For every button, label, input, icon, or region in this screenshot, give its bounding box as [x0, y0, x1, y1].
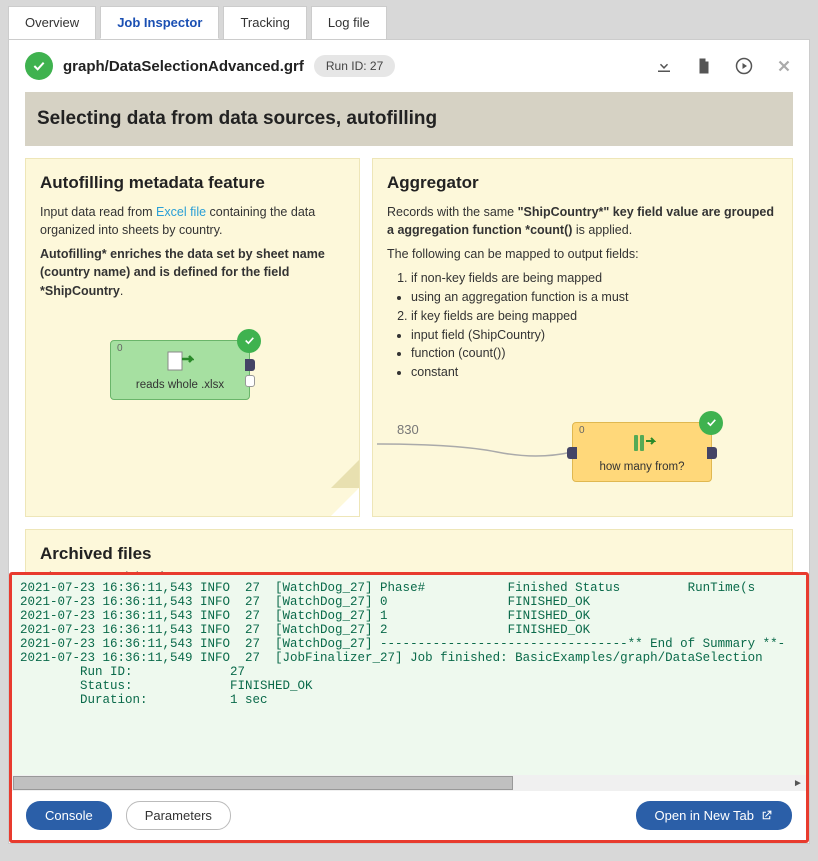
node-success-icon [699, 411, 723, 435]
list-item: input field (ShipCountry) [411, 326, 778, 345]
card-text: Records with the same "ShipCountry*" key… [387, 203, 778, 239]
job-inspector-panel: graph/DataSelectionAdvanced.grf Run ID: … [8, 39, 810, 844]
external-link-icon [760, 809, 773, 822]
node-label: how many from? [599, 461, 684, 473]
card-heading: Aggregator [387, 173, 778, 193]
canvas-title-bar: Selecting data from data sources, autofi… [25, 92, 793, 146]
card-text: Input data read from Excel file containi… [40, 203, 345, 239]
node-port-in [567, 447, 577, 459]
fold-corner [331, 488, 359, 516]
node-area: 0 reads whole .xlsx [40, 322, 345, 442]
job-header: graph/DataSelectionAdvanced.grf Run ID: … [9, 40, 809, 92]
xlsx-reader-icon [166, 349, 194, 373]
edge-line [377, 434, 577, 464]
node-index: 0 [579, 425, 585, 436]
play-icon[interactable] [735, 57, 753, 75]
list-item: if non-key fields are being mapped [411, 269, 778, 288]
tab-overview[interactable]: Overview [8, 6, 96, 39]
mapping-sublist: input field (ShipCountry) function (coun… [411, 326, 778, 382]
cards-row: Autofilling metadata feature Input data … [25, 158, 793, 517]
card-text: The following can be mapped to output fi… [387, 245, 778, 263]
aggregator-icon [628, 431, 656, 455]
document-icon[interactable] [695, 57, 713, 75]
run-id-badge: Run ID: 27 [314, 55, 395, 77]
card-heading: Archived files [40, 544, 778, 564]
console-output[interactable]: 2021-07-23 16:36:11,543 INFO 27 [WatchDo… [12, 575, 806, 775]
list-item: constant [411, 363, 778, 382]
mapping-list: if key fields are being mapped [411, 307, 778, 326]
node-port-out [245, 375, 255, 387]
mapping-sublist: using an aggregation function is a must [411, 288, 778, 307]
canvas-title: Selecting data from data sources, autofi… [37, 108, 781, 130]
list-item: function (count()) [411, 344, 778, 363]
main-tabs: Overview Job Inspector Tracking Log file [0, 0, 818, 39]
download-icon[interactable] [655, 57, 673, 75]
card-autofilling: Autofilling metadata feature Input data … [25, 158, 360, 517]
node-area: 830 0 how many from? [387, 392, 778, 502]
status-success-icon [25, 52, 53, 80]
node-port-out [245, 359, 255, 371]
open-new-tab-button[interactable]: Open in New Tab [636, 801, 793, 830]
excel-file-link[interactable]: Excel file [156, 205, 206, 219]
tab-tracking[interactable]: Tracking [223, 6, 306, 39]
mapping-list: if non-key fields are being mapped [411, 269, 778, 288]
job-title: graph/DataSelectionAdvanced.grf [63, 58, 304, 75]
node-label: reads whole .xlsx [136, 379, 224, 391]
console-button[interactable]: Console [26, 801, 112, 830]
node-how-many-from[interactable]: 0 how many from? [572, 422, 712, 482]
parameters-button[interactable]: Parameters [126, 801, 231, 830]
card-aggregator: Aggregator Records with the same "ShipCo… [372, 158, 793, 517]
tab-log-file[interactable]: Log file [311, 6, 387, 39]
console-footer: Console Parameters Open in New Tab [12, 791, 806, 840]
tab-job-inspector[interactable]: Job Inspector [100, 6, 219, 39]
node-reads-xlsx[interactable]: 0 reads whole .xlsx [110, 340, 250, 400]
list-item: if key fields are being mapped [411, 307, 778, 326]
console-highlight: 2021-07-23 16:36:11,543 INFO 27 [WatchDo… [9, 572, 809, 843]
node-index: 0 [117, 343, 123, 354]
card-text: Autofilling* enriches the data set by sh… [40, 245, 345, 299]
node-success-icon [237, 329, 261, 353]
node-port-out [707, 447, 717, 459]
card-heading: Autofilling metadata feature [40, 173, 345, 193]
graph-canvas: Selecting data from data sources, autofi… [9, 92, 809, 615]
horizontal-scrollbar[interactable]: ◄ ► [12, 775, 806, 791]
scroll-thumb[interactable] [13, 776, 513, 790]
header-actions [655, 57, 793, 75]
close-icon[interactable] [775, 57, 793, 75]
list-item: using an aggregation function is a must [411, 288, 778, 307]
scroll-right-arrow[interactable]: ► [790, 775, 806, 791]
